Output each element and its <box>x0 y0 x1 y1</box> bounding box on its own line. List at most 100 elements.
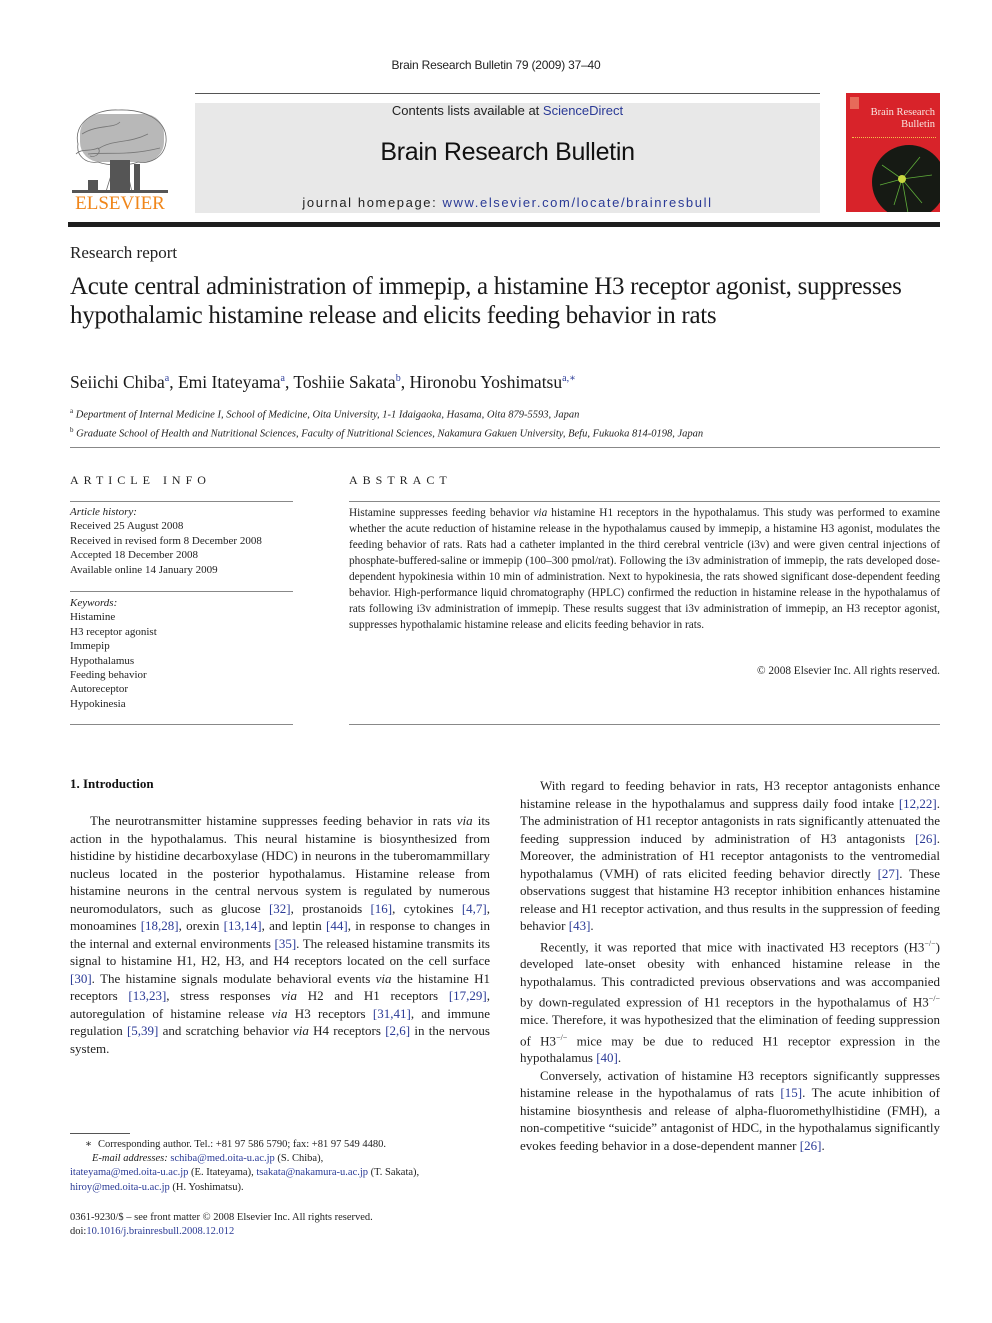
email-link[interactable]: tsakata@nakamura-u.ac.jp <box>256 1167 368 1178</box>
affiliation-key: a <box>70 407 74 415</box>
history-item: Received 25 August 2008 <box>70 520 184 533</box>
superscript: −/− <box>928 994 940 1004</box>
citation-link[interactable]: [18,28] <box>141 918 179 933</box>
email-link[interactable]: itateyama@med.oita-u.ac.jp <box>70 1167 188 1178</box>
corresponding-text: Corresponding author. Tel.: +81 97 586 5… <box>98 1139 386 1150</box>
keyword-item: Hypokinesia <box>70 697 126 710</box>
homepage-link[interactable]: www.elsevier.com/locate/brainresbull <box>443 195 713 210</box>
doi-link[interactable]: 10.1016/j.brainresbull.2008.12.012 <box>86 1226 234 1237</box>
abstract-rule <box>349 501 940 502</box>
keyword-item: Feeding behavior <box>70 669 147 682</box>
citation-link[interactable]: [15] <box>780 1085 802 1100</box>
cover-dotted-rule <box>852 137 936 138</box>
citation-link[interactable]: [44] <box>326 918 348 933</box>
corresponding-line: ∗ Corresponding author. Tel.: +81 97 586 … <box>70 1138 500 1152</box>
citation-link[interactable]: [30] <box>70 971 92 986</box>
citation-link[interactable]: [13,23] <box>128 988 166 1003</box>
abstract-text-part: histamine H1 receptors in the hypothalam… <box>349 507 940 631</box>
citation-link[interactable]: [4,7] <box>462 901 487 916</box>
superscript: −/− <box>924 938 936 948</box>
keywords-label: Keywords: <box>70 597 118 609</box>
cover-title: Brain Research Bulletin <box>854 107 935 131</box>
journal-cover-image: Brain Research Bulletin <box>846 93 940 212</box>
affiliations: a Department of Internal Medicine I, Sch… <box>70 404 703 441</box>
affiliation-item: a Department of Internal Medicine I, Sch… <box>70 404 703 423</box>
citation-link[interactable]: [13,14] <box>224 918 262 933</box>
citation-link[interactable]: [43] <box>569 918 591 933</box>
doi-line: doi:10.1016/j.brainresbull.2008.12.012 <box>70 1225 373 1239</box>
author-affiliation-link[interactable]: a <box>165 373 169 384</box>
email-owner: (T. Sakata), <box>368 1167 420 1179</box>
author-affiliation-link[interactable]: b <box>396 373 401 384</box>
abstract-copyright: © 2008 Elsevier Inc. All rights reserved… <box>756 665 940 677</box>
email-owner: (E. Itateyama), <box>188 1167 257 1179</box>
abstract-text-part: Histamine suppresses feeding behavior <box>349 507 534 519</box>
article-history-label: Article history: <box>70 506 137 518</box>
body-paragraph: The neurotransmitter histamine suppresse… <box>70 813 491 1056</box>
running-head: Brain Research Bulletin 79 (2009) 37–40 <box>391 58 601 72</box>
keyword-item: Histamine <box>70 611 116 624</box>
citation-link[interactable]: [31,41] <box>373 1006 411 1021</box>
author-affiliation-link[interactable]: a <box>281 373 285 384</box>
body-column-left: The neurotransmitter histamine suppresse… <box>70 812 490 1057</box>
superscript: −/− <box>556 1032 568 1042</box>
article-history: Article history: Received 25 August 2008… <box>70 505 262 577</box>
citation-link[interactable]: [32] <box>269 901 291 916</box>
affiliation-text: Graduate School of Health and Nutritiona… <box>76 428 704 439</box>
section-heading-introduction: 1. Introduction <box>70 776 154 791</box>
cover-neuron-image <box>872 145 940 212</box>
citation-link[interactable]: [5,39] <box>127 1023 158 1038</box>
issn-line: 0361-9230/$ – see front matter © 2008 El… <box>70 1212 373 1223</box>
homepage-prefix: journal homepage: <box>302 195 443 210</box>
affiliation-key: b <box>70 425 74 434</box>
email-line: hiroy@med.oita-u.ac.jp (H. Yoshimatsu). <box>70 1181 500 1195</box>
email-link[interactable]: hiroy@med.oita-u.ac.jp <box>70 1182 170 1193</box>
citation-link[interactable]: [35] <box>275 936 297 951</box>
citation-link[interactable]: [16] <box>370 901 392 916</box>
article-info-heading: ARTICLE INFO <box>70 473 211 487</box>
author-affiliation-link[interactable]: a,∗ <box>562 373 576 384</box>
masthead-bottom-rule <box>68 222 940 227</box>
masthead-top-rule <box>195 93 820 94</box>
author-name: Hironobu Yoshimatsu <box>409 372 563 392</box>
email-owner: (H. Yoshimatsu). <box>169 1181 244 1193</box>
keyword-item: Autoreceptor <box>70 683 129 696</box>
citation-link[interactable]: [17,29] <box>449 988 487 1003</box>
citation-link[interactable]: [26] <box>915 831 937 846</box>
doi-prefix: doi: <box>70 1226 87 1238</box>
italic-term: via <box>375 970 392 986</box>
citation-link[interactable]: [26] <box>800 1138 822 1153</box>
journal-homepage: journal homepage: www.elsevier.com/locat… <box>195 195 820 210</box>
article-info-bottom-rule <box>70 724 293 725</box>
body-paragraph: Conversely, activation of histamine H3 r… <box>520 1067 940 1153</box>
article-title: Acute central administration of immepip,… <box>70 273 902 329</box>
body-paragraph: With regard to feeding behavior in rats,… <box>520 778 940 933</box>
citation-link[interactable]: [27] <box>878 866 900 881</box>
history-item: Available online 14 January 2009 <box>70 563 218 576</box>
keywords-rule <box>70 591 293 592</box>
abstract-bottom-rule <box>349 724 940 725</box>
author-name: Emi Itateyama <box>177 372 281 392</box>
citation-link[interactable]: [2,6] <box>385 1023 410 1038</box>
body-paragraph: Recently, it was reported that mice with… <box>520 938 941 1066</box>
sciencedirect-link[interactable]: ScienceDirect <box>543 103 623 118</box>
footnote-rule <box>70 1133 130 1134</box>
citation-link[interactable]: [12,22] <box>899 796 937 811</box>
email-link[interactable]: schiba@med.oita-u.ac.jp <box>170 1153 274 1164</box>
italic-term: via <box>271 1005 288 1021</box>
abstract-text: Histamine suppresses feeding behavior vi… <box>349 505 940 633</box>
citation-link[interactable]: [40] <box>596 1050 618 1065</box>
cover-title-line1: Brain Research <box>870 107 935 118</box>
corresponding-author-footnote: ∗ Corresponding author. Tel.: +81 97 586 … <box>70 1138 500 1195</box>
body-column-right: With regard to feeding behavior in rats,… <box>520 777 940 1154</box>
affiliation-text: Department of Internal Medicine I, Schoo… <box>75 409 580 421</box>
email-line: E-mail addresses: schiba@med.oita-u.ac.j… <box>70 1152 500 1166</box>
keywords: Keywords: Histamine H3 receptor agonist … <box>70 596 157 711</box>
abstract-italic: via <box>533 507 548 519</box>
contents-availability: Contents lists available at ScienceDirec… <box>195 103 820 118</box>
author-list: Seiichi Chibaa, Emi Itateyamaa, Toshiie … <box>70 372 576 392</box>
journal-title: Brain Research Bulletin <box>380 138 635 166</box>
affiliation-item: b Graduate School of Health and Nutritio… <box>70 423 703 442</box>
article-info-rule <box>70 501 293 502</box>
author-name: Seiichi Chiba <box>70 372 165 392</box>
